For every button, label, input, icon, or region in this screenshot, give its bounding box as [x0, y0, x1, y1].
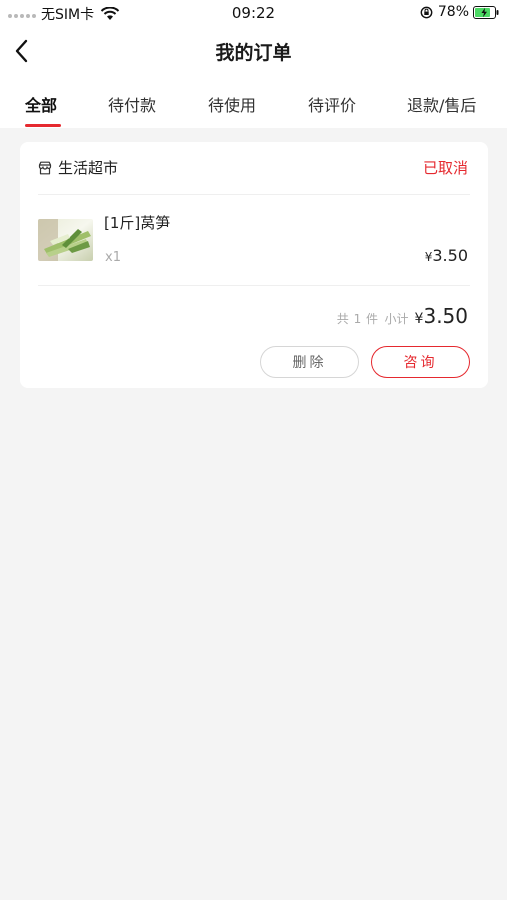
status-bar: 无SIM卡 09:22 78% [0, 0, 507, 28]
product-quantity: x1 [105, 250, 121, 265]
consult-button[interactable]: 咨询 [371, 346, 470, 378]
divider [38, 194, 470, 195]
product-price: ¥3.50 [425, 246, 468, 265]
order-card[interactable]: 生活超市 已取消 [1斤]莴笋 x1 ¥3.50 共 1 件 小计 ¥3.50 … [20, 142, 488, 388]
product-image[interactable] [38, 219, 93, 261]
tab-pending-review[interactable]: 待评价 [308, 92, 356, 116]
subtotal-label: 小计 [384, 312, 409, 326]
subtotal-amount: ¥3.50 [415, 304, 468, 328]
store-icon [38, 161, 52, 174]
shop-row[interactable]: 生活超市 [38, 157, 118, 178]
tab-pending-payment[interactable]: 待付款 [108, 92, 156, 116]
battery-charging-icon [473, 5, 499, 19]
price-value: 3.50 [432, 246, 468, 265]
delete-button[interactable]: 删除 [260, 346, 359, 378]
tab-pending-use[interactable]: 待使用 [208, 92, 256, 116]
order-status: 已取消 [422, 159, 468, 177]
shop-name: 生活超市 [58, 159, 119, 177]
divider [38, 285, 470, 286]
order-summary: 共 1 件 小计 ¥3.50 [337, 304, 468, 328]
battery-percent: 78% [437, 4, 469, 20]
tab-refund-aftersale[interactable]: 退款/售后 [407, 92, 476, 116]
item-count: 共 1 件 [336, 312, 379, 326]
lettuce-stem-image [38, 219, 93, 261]
order-tabs: 全部 待付款 待使用 待评价 退款/售后 [0, 74, 507, 128]
status-right: 78% [420, 4, 499, 20]
tab-all[interactable]: 全部 [25, 92, 57, 116]
active-tab-indicator [25, 124, 61, 127]
product-name: [1斤]莴笋 [104, 214, 171, 232]
subtotal-value: 3.50 [423, 304, 468, 328]
orientation-lock-icon [420, 6, 433, 18]
page-title: 我的订单 [215, 42, 292, 64]
nav-bar: 我的订单 [0, 28, 507, 74]
